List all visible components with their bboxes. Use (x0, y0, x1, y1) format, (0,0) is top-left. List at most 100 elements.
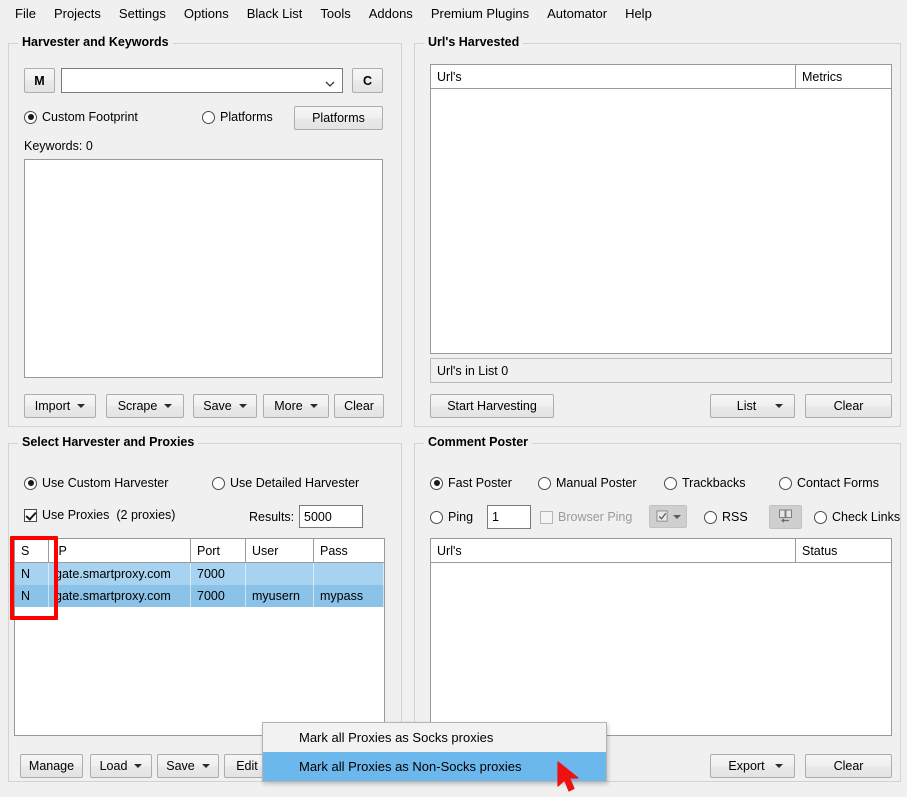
menu-item-settings[interactable]: Settings (110, 3, 175, 24)
context-menu-item-mark-socks[interactable]: Mark all Proxies as Socks proxies (263, 723, 606, 752)
harvester-m-button[interactable]: M (24, 68, 55, 93)
menu-item-tools[interactable]: Tools (311, 3, 359, 24)
proxy-row-port: 7000 (191, 563, 246, 585)
proxies-count-label: (2 proxies) (116, 508, 176, 522)
save-proxies-button[interactable]: Save (157, 754, 219, 778)
save-proxies-button-label: Save (166, 759, 195, 773)
chevron-down-icon (325, 78, 335, 87)
keywords-text (25, 160, 382, 166)
menu-item-help[interactable]: Help (616, 3, 661, 24)
radio-custom-footprint[interactable]: Custom Footprint (24, 110, 138, 124)
radio-trackbacks[interactable]: Trackbacks (664, 476, 745, 490)
column-header-ip[interactable]: IP (49, 539, 191, 562)
radio-fast-poster[interactable]: Fast Poster (430, 476, 512, 490)
radio-use-custom-harvester-indicator (24, 476, 37, 490)
radio-rss-label: RSS (722, 510, 748, 524)
radio-ping-indicator (430, 510, 443, 524)
more-button[interactable]: More (263, 394, 329, 418)
red-highlight-box-s-column (10, 536, 58, 620)
checkbox-list-icon (655, 510, 668, 522)
caret-down-icon (238, 404, 247, 408)
clear-keywords-button[interactable]: Clear (334, 394, 384, 418)
radio-use-detailed-harvester-label: Use Detailed Harvester (230, 476, 360, 490)
column-header-urls[interactable]: Url's (431, 65, 796, 88)
menu-bar: File Projects Settings Options Black Lis… (0, 0, 907, 27)
checkbox-browser-ping[interactable]: Browser Ping (540, 510, 632, 524)
menu-item-automator[interactable]: Automator (538, 3, 616, 24)
scrape-button[interactable]: Scrape (106, 394, 184, 418)
menu-item-options[interactable]: Options (175, 3, 238, 24)
start-harvesting-button[interactable]: Start Harvesting (430, 394, 554, 418)
results-input[interactable]: 5000 (299, 505, 363, 528)
harvester-c-button[interactable]: C (352, 68, 383, 93)
caret-down-icon (77, 404, 86, 408)
radio-use-detailed-harvester[interactable]: Use Detailed Harvester (212, 476, 359, 490)
rss-copy-icon[interactable] (769, 505, 802, 529)
urls-harvested-title: Url's Harvested (424, 35, 524, 49)
export-button[interactable]: Export (710, 754, 795, 778)
radio-check-links-indicator (814, 510, 827, 524)
platforms-button[interactable]: Platforms (294, 106, 383, 130)
checkbox-browser-ping-indicator (540, 510, 553, 524)
menu-item-projects[interactable]: Projects (45, 3, 110, 24)
ping-input[interactable]: 1 (487, 505, 531, 529)
radio-trackbacks-label: Trackbacks (682, 476, 746, 490)
proxy-row-ip: gate.smartproxy.com (49, 563, 191, 585)
column-header-status[interactable]: Status (796, 539, 891, 562)
keywords-textarea[interactable] (24, 159, 383, 378)
comment-poster-table[interactable]: Url's Status (430, 538, 892, 736)
comment-poster-title: Comment Poster (424, 435, 533, 449)
menu-item-premium-plugins[interactable]: Premium Plugins (422, 3, 538, 24)
more-button-label: More (274, 399, 303, 413)
column-header-pass[interactable]: Pass (314, 539, 384, 562)
context-menu-item-mark-non-socks[interactable]: Mark all Proxies as Non-Socks proxies (263, 752, 606, 781)
radio-use-custom-harvester[interactable]: Use Custom Harvester (24, 476, 168, 490)
save-keywords-button[interactable]: Save (193, 394, 257, 418)
browser-ping-dropdown-icon[interactable] (649, 505, 687, 528)
import-button[interactable]: Import (24, 394, 96, 418)
comment-poster-table-header: Url's Status (431, 539, 891, 563)
radio-platforms[interactable]: Platforms (202, 110, 273, 124)
manage-proxies-button[interactable]: Manage (20, 754, 83, 778)
radio-manual-poster[interactable]: Manual Poster (538, 476, 637, 490)
radio-use-custom-harvester-label: Use Custom Harvester (42, 476, 169, 490)
proxy-row-ip: gate.smartproxy.com (49, 585, 191, 607)
proxy-table[interactable]: S IP Port User Pass N gate.smartproxy.co… (14, 538, 385, 736)
load-proxies-button[interactable]: Load (90, 754, 152, 778)
harvester-combo[interactable] (61, 68, 343, 93)
menu-item-addons[interactable]: Addons (360, 3, 422, 24)
proxy-table-row[interactable]: N gate.smartproxy.com 7000 myusern mypas… (15, 585, 384, 607)
clear-comment-poster-button[interactable]: Clear (805, 754, 892, 778)
radio-rss[interactable]: RSS (704, 510, 748, 524)
radio-check-links[interactable]: Check Links (814, 510, 900, 524)
list-button[interactable]: List (710, 394, 795, 418)
caret-down-icon (134, 764, 143, 768)
urls-harvested-table-header: Url's Metrics (431, 65, 891, 89)
column-header-port[interactable]: Port (191, 539, 246, 562)
proxy-table-row[interactable]: N gate.smartproxy.com 7000 (15, 563, 384, 585)
radio-ping-label: Ping (448, 510, 474, 524)
column-header-metrics[interactable]: Metrics (796, 65, 891, 88)
keywords-count-label: Keywords: 0 (24, 139, 93, 153)
radio-contact-forms[interactable]: Contact Forms (779, 476, 879, 490)
save-keywords-button-label: Save (203, 399, 232, 413)
urls-in-list-status: Url's in List 0 (430, 358, 892, 383)
proxy-row-user (246, 563, 314, 585)
menu-item-black-list[interactable]: Black List (238, 3, 312, 24)
scrape-button-label: Scrape (117, 399, 158, 413)
proxy-row-pass (314, 563, 384, 585)
checkbox-use-proxies[interactable]: Use Proxies (2 proxies) (24, 508, 175, 522)
radio-ping[interactable]: Ping (430, 510, 473, 524)
radio-custom-footprint-indicator (24, 110, 37, 124)
checkbox-use-proxies-label: Use Proxies (42, 508, 110, 522)
column-header-user[interactable]: User (246, 539, 314, 562)
checkbox-use-proxies-indicator (24, 508, 37, 522)
radio-manual-poster-label: Manual Poster (556, 476, 637, 490)
column-header-urls[interactable]: Url's (431, 539, 796, 562)
menu-item-file[interactable]: File (6, 3, 45, 24)
clear-urls-button[interactable]: Clear (805, 394, 892, 418)
results-label: Results: (249, 510, 295, 524)
radio-trackbacks-indicator (664, 476, 677, 490)
radio-custom-footprint-label: Custom Footprint (42, 110, 138, 124)
urls-harvested-table[interactable]: Url's Metrics (430, 64, 892, 354)
